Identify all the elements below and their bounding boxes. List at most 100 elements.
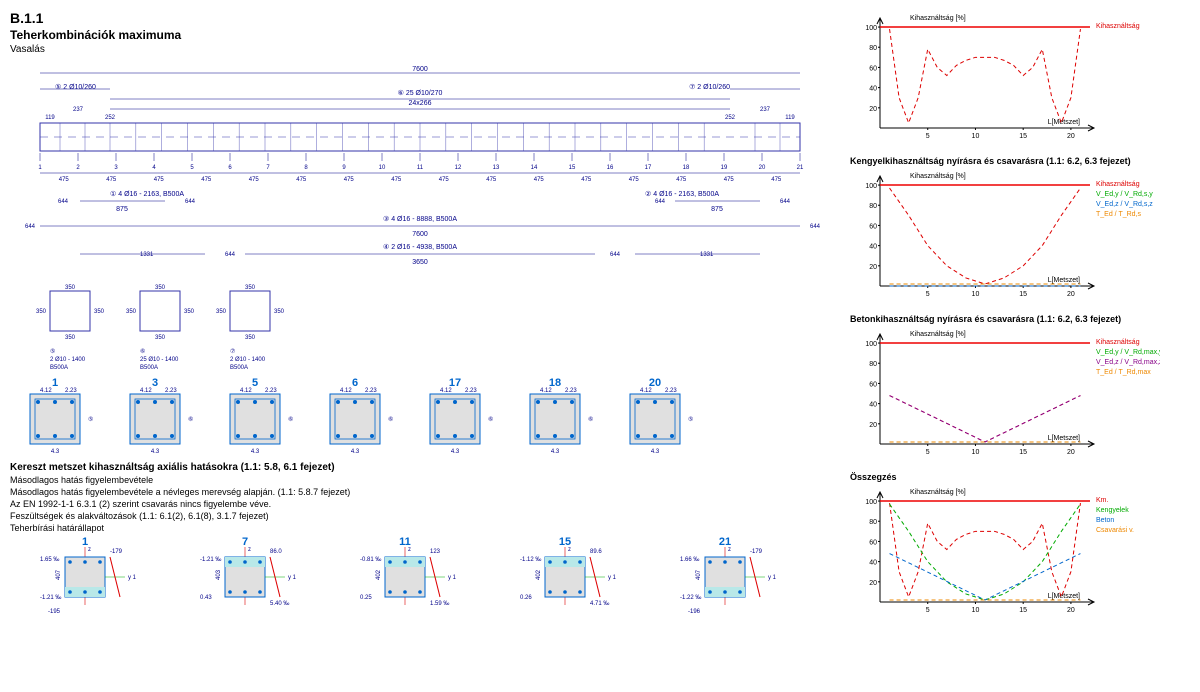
svg-text:T_Ed / T_Rd,s: T_Ed / T_Rd,s bbox=[1096, 211, 1142, 218]
svg-text:350: 350 bbox=[216, 309, 227, 315]
chart-title: Összegzés bbox=[850, 472, 1180, 482]
svg-text:4.71 ‰: 4.71 ‰ bbox=[590, 601, 609, 607]
svg-text:100: 100 bbox=[865, 25, 877, 32]
svg-text:475: 475 bbox=[629, 177, 640, 183]
utilization-chart: Kihasználtság [%]204060801005101520L[Met… bbox=[850, 10, 1160, 150]
svg-text:100: 100 bbox=[865, 499, 877, 506]
svg-text:475: 475 bbox=[771, 177, 782, 183]
svg-text:40: 40 bbox=[869, 560, 877, 567]
svg-text:B500A: B500A bbox=[230, 365, 248, 371]
svg-text:350: 350 bbox=[94, 309, 105, 315]
svg-text:⑥ 25 Ø10/270: ⑥ 25 Ø10/270 bbox=[398, 89, 443, 97]
svg-text:V_Ed,y / V_Rd,max,y: V_Ed,y / V_Rd,max,y bbox=[1096, 349, 1160, 356]
utilization-chart: Kihasználtság [%]204060801005101520L[Met… bbox=[850, 168, 1160, 308]
svg-text:6: 6 bbox=[352, 377, 358, 389]
svg-text:60: 60 bbox=[869, 381, 877, 388]
svg-text:403: 403 bbox=[216, 569, 222, 580]
svg-text:644: 644 bbox=[610, 252, 621, 258]
text-line: Teherbírási határállapot bbox=[10, 523, 830, 533]
svg-text:1: 1 bbox=[52, 377, 58, 389]
svg-text:475: 475 bbox=[676, 177, 687, 183]
svg-text:z: z bbox=[248, 547, 251, 553]
svg-text:4.12: 4.12 bbox=[640, 388, 652, 394]
svg-text:475: 475 bbox=[439, 177, 450, 183]
subtitle: Vasalás bbox=[10, 44, 830, 55]
svg-text:z: z bbox=[568, 547, 571, 553]
svg-text:475: 475 bbox=[344, 177, 355, 183]
svg-text:475: 475 bbox=[581, 177, 592, 183]
svg-text:475: 475 bbox=[296, 177, 307, 183]
svg-text:4.3: 4.3 bbox=[151, 449, 160, 455]
svg-text:19: 19 bbox=[721, 165, 728, 171]
charts-column: Kihasználtság [%]204060801005101520L[Met… bbox=[850, 10, 1180, 630]
svg-text:B500A: B500A bbox=[140, 365, 158, 371]
svg-text:⑥: ⑥ bbox=[388, 416, 393, 423]
svg-text:875: 875 bbox=[711, 206, 723, 213]
svg-text:350: 350 bbox=[65, 285, 76, 291]
svg-text:1331: 1331 bbox=[140, 252, 154, 258]
svg-text:60: 60 bbox=[869, 539, 877, 546]
svg-text:252: 252 bbox=[725, 115, 736, 121]
svg-text:1.66 ‰: 1.66 ‰ bbox=[680, 557, 699, 563]
svg-text:10: 10 bbox=[972, 449, 980, 456]
svg-text:y 1: y 1 bbox=[448, 575, 457, 581]
svg-text:4.3: 4.3 bbox=[251, 449, 260, 455]
svg-text:④ 2 Ø16 - 4938, B500A: ④ 2 Ø16 - 4938, B500A bbox=[383, 243, 457, 251]
svg-text:16: 16 bbox=[607, 165, 614, 171]
svg-text:5: 5 bbox=[926, 291, 930, 298]
svg-text:20: 20 bbox=[869, 106, 877, 113]
svg-text:644: 644 bbox=[185, 199, 196, 205]
svg-text:644: 644 bbox=[780, 199, 791, 205]
svg-text:2: 2 bbox=[76, 165, 80, 171]
svg-text:9: 9 bbox=[342, 165, 346, 171]
svg-text:475: 475 bbox=[724, 177, 735, 183]
svg-text:2.23: 2.23 bbox=[165, 388, 177, 394]
svg-text:86.0: 86.0 bbox=[270, 549, 282, 555]
svg-text:123: 123 bbox=[430, 549, 441, 555]
svg-text:475: 475 bbox=[59, 177, 70, 183]
svg-text:3: 3 bbox=[114, 165, 118, 171]
svg-text:-179: -179 bbox=[750, 549, 763, 555]
svg-text:⑥: ⑥ bbox=[488, 416, 493, 423]
svg-text:2.23: 2.23 bbox=[365, 388, 377, 394]
svg-text:4.3: 4.3 bbox=[651, 449, 660, 455]
section-details-row: 14.122.234.3⑤34.122.234.3⑥54.122.234.3⑥6… bbox=[10, 376, 830, 456]
svg-text:60: 60 bbox=[869, 223, 877, 230]
text-line: Másodlagos hatás figyelembevétele bbox=[10, 475, 830, 485]
svg-text:L[Metszet]: L[Metszet] bbox=[1048, 593, 1080, 600]
svg-text:475: 475 bbox=[391, 177, 402, 183]
svg-text:0.43: 0.43 bbox=[200, 595, 212, 601]
svg-text:7: 7 bbox=[266, 165, 270, 171]
chart-title: Kengyelkihasználtság nyírásra és csavará… bbox=[850, 156, 1180, 166]
text-line: Az EN 1992-1-1 6.3.1 (2) szerint csavará… bbox=[10, 499, 830, 509]
svg-text:-1.12 ‰: -1.12 ‰ bbox=[520, 557, 541, 563]
svg-text:13: 13 bbox=[493, 165, 500, 171]
svg-text:V_Ed,y / V_Rd,s,y: V_Ed,y / V_Rd,s,y bbox=[1096, 191, 1153, 198]
svg-text:80: 80 bbox=[869, 361, 877, 368]
svg-text:-1.21 ‰: -1.21 ‰ bbox=[40, 595, 61, 601]
svg-text:15: 15 bbox=[1019, 449, 1027, 456]
svg-text:644: 644 bbox=[225, 252, 236, 258]
svg-text:⑦ 2 Ø10/260: ⑦ 2 Ø10/260 bbox=[689, 83, 730, 91]
svg-text:-0.81 ‰: -0.81 ‰ bbox=[360, 557, 381, 563]
svg-text:5: 5 bbox=[926, 449, 930, 456]
svg-text:350: 350 bbox=[245, 285, 256, 291]
svg-text:475: 475 bbox=[534, 177, 545, 183]
svg-text:B500A: B500A bbox=[50, 365, 68, 371]
svg-text:1.65 ‰: 1.65 ‰ bbox=[40, 557, 59, 563]
svg-text:-1.22 ‰: -1.22 ‰ bbox=[680, 595, 701, 601]
svg-text:0.26: 0.26 bbox=[520, 595, 532, 601]
svg-text:Kihasználtság [%]: Kihasználtság [%] bbox=[910, 173, 966, 180]
svg-text:350: 350 bbox=[274, 309, 285, 315]
utilization-chart: Kihasználtság [%]204060801005101520L[Met… bbox=[850, 484, 1160, 624]
svg-text:Kihasználtság: Kihasználtság bbox=[1096, 23, 1140, 30]
svg-text:24x266: 24x266 bbox=[409, 100, 432, 107]
chart-title: Betonkihasználtság nyírásra és csavarásr… bbox=[850, 314, 1180, 324]
svg-text:z: z bbox=[88, 547, 91, 553]
svg-text:15: 15 bbox=[1019, 607, 1027, 614]
svg-text:350: 350 bbox=[245, 335, 256, 341]
svg-text:4.12: 4.12 bbox=[40, 388, 52, 394]
svg-text:350: 350 bbox=[184, 309, 195, 315]
svg-text:40: 40 bbox=[869, 86, 877, 93]
svg-text:100: 100 bbox=[865, 183, 877, 190]
